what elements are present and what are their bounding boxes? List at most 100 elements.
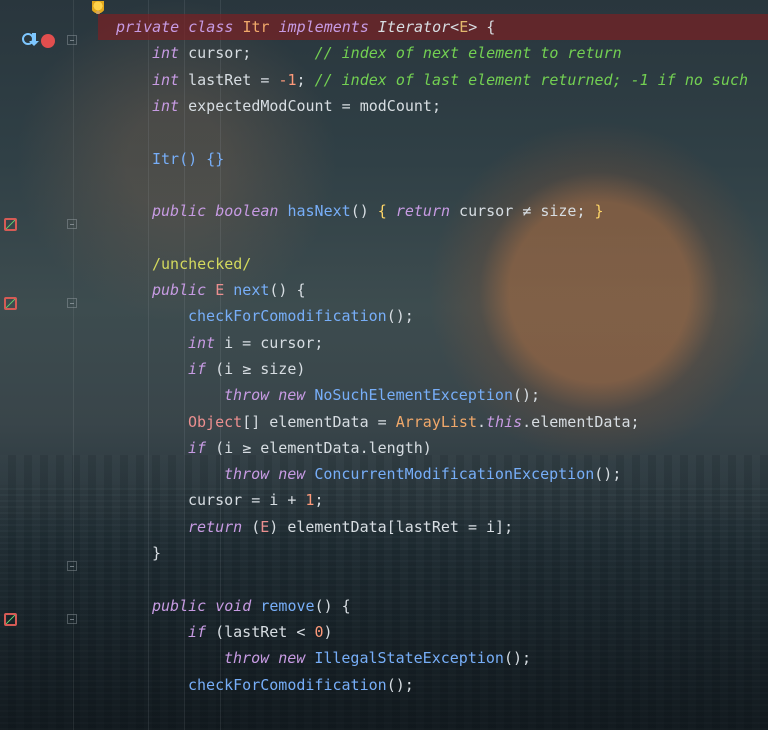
line-throw-nosuch[interactable]: throw new NoSuchElementException();: [98, 382, 768, 408]
code-line-text: int i = cursor;: [188, 330, 323, 356]
code-token: implements: [278, 18, 369, 36]
code-token: Iterator: [377, 18, 451, 36]
line-blank-3[interactable]: [98, 224, 768, 250]
code-token: checkForComodification: [188, 307, 387, 326]
line-return[interactable]: return (E) elementData[lastRet = i];: [98, 514, 768, 540]
fold-icon[interactable]: [67, 561, 77, 572]
code-token: }: [152, 544, 162, 562]
code-token: int: [152, 70, 180, 89]
fold-icon[interactable]: [67, 35, 77, 46]
line-constructor[interactable]: Itr() {}: [98, 146, 768, 172]
fold-icon[interactable]: [67, 298, 77, 309]
code-token: /unchecked/: [152, 254, 252, 273]
line-blank-2[interactable]: [98, 172, 768, 198]
line-blank-4[interactable]: [98, 566, 768, 592]
code-token: return: [188, 517, 243, 536]
code-token: ;: [296, 70, 315, 89]
editor-gutter: [0, 0, 104, 730]
debug-icon[interactable]: [4, 612, 17, 626]
code-token: new: [278, 649, 306, 668]
line-next[interactable]: public E next() {: [98, 277, 768, 303]
line-object-array[interactable]: Object[] elementData = ArrayList.this.el…: [98, 409, 768, 435]
code-editor[interactable]: private class Itr implements Iterator<E>…: [98, 0, 768, 730]
code-token: this: [486, 412, 523, 431]
line-hasnext[interactable]: public boolean hasNext() { return cursor…: [98, 198, 768, 224]
code-token: expectedModCount = modCount;: [179, 96, 441, 115]
code-token: next: [233, 281, 270, 299]
line-lastret[interactable]: int lastRet = -1; // index of last eleme…: [98, 67, 768, 93]
line-expectedmodcount[interactable]: int expectedModCount = modCount;: [98, 93, 768, 119]
code-token: ();: [386, 675, 414, 694]
code-line-text: cursor = i + 1;: [188, 487, 323, 513]
debug-icon[interactable]: [4, 218, 17, 232]
code-line-text: Object[] elementData = ArrayList.this.el…: [188, 409, 640, 435]
line-close-next[interactable]: }: [98, 540, 768, 566]
code-token: cursor = i +: [188, 491, 306, 510]
fold-icon[interactable]: [67, 613, 77, 624]
code-token: () {: [269, 281, 306, 299]
code-token: E: [459, 18, 469, 36]
code-token: if: [188, 438, 207, 457]
line-if-length[interactable]: if (i ≥ elementData.length): [98, 435, 768, 461]
line-remove[interactable]: public void remove() {: [98, 593, 768, 619]
code-token: ): [323, 622, 333, 641]
code-line-text: int expectedModCount = modCount;: [152, 93, 441, 119]
code-line-text: throw new NoSuchElementException();: [224, 382, 540, 408]
code-token: E: [215, 281, 225, 299]
code-token: public: [152, 596, 207, 615]
code-line-text: return (E) elementData[lastRet = i];: [188, 514, 513, 540]
line-blank-1[interactable]: [98, 119, 768, 145]
code-token: // index of next element to return: [314, 44, 622, 63]
code-token: ();: [503, 649, 532, 668]
code-token: Itr: [242, 18, 270, 36]
code-token: int: [152, 44, 180, 63]
code-line-text: if (lastRet < 0): [188, 619, 333, 645]
code-token: hasNext: [287, 202, 351, 221]
code-token: if: [188, 359, 207, 378]
line-cursor-plus[interactable]: cursor = i + 1;: [98, 487, 768, 513]
code-token: elementData.length): [251, 438, 432, 457]
line-cursor[interactable]: int cursor; // index of next element to …: [98, 40, 768, 66]
code-token: ArrayList: [395, 412, 477, 431]
code-line-text: int cursor; // index of next element to …: [152, 40, 622, 66]
code-token: // index of last element returned; -1 if…: [314, 70, 749, 89]
line-private-class[interactable]: private class Itr implements Iterator<E>…: [98, 14, 768, 40]
fold-icon[interactable]: [67, 219, 77, 230]
code-token: ) elementData[lastRet = i];: [269, 517, 514, 536]
line-int-i[interactable]: int i = cursor;: [98, 330, 768, 356]
code-token: (i: [206, 438, 243, 457]
arrow-down-icon[interactable]: [29, 33, 39, 47]
code-token: ≠: [522, 202, 532, 221]
code-line-text: public E next() {: [152, 277, 306, 303]
line-if-size[interactable]: if (i ≥ size): [98, 356, 768, 382]
code-line-text: /unchecked/: [152, 251, 251, 277]
code-token: if: [188, 622, 207, 641]
code-line-text: throw new IllegalStateException();: [224, 645, 531, 671]
code-token: .elementData;: [522, 412, 640, 431]
line-unchecked[interactable]: /unchecked/: [98, 251, 768, 277]
code-token: -1: [278, 70, 297, 89]
code-token: [] elementData =: [242, 412, 396, 431]
code-line-text: throw new ConcurrentModificationExceptio…: [224, 461, 621, 487]
line-throw-illegal[interactable]: throw new IllegalStateException();: [98, 645, 768, 671]
code-token: .: [477, 412, 487, 431]
code-token: (: [242, 517, 261, 536]
line-if-lastret[interactable]: if (lastRet < 0): [98, 619, 768, 645]
line-throw-concurrent[interactable]: throw new ConcurrentModificationExceptio…: [98, 461, 768, 487]
code-line-text: Itr() {}: [152, 146, 224, 172]
code-token: throw: [224, 386, 270, 405]
debug-icon[interactable]: [4, 297, 17, 311]
line-checkforcomodification-1[interactable]: checkForComodification();: [98, 303, 768, 329]
code-token: throw: [224, 465, 270, 484]
code-token: > {: [468, 18, 496, 36]
code-line-text: public boolean hasNext() { return cursor…: [152, 198, 604, 224]
code-token: size;: [531, 202, 595, 221]
line-checkforcomodification-2[interactable]: checkForComodification();: [98, 672, 768, 698]
breakpoint-icon[interactable]: [41, 34, 55, 49]
code-token: ≥: [242, 438, 252, 457]
